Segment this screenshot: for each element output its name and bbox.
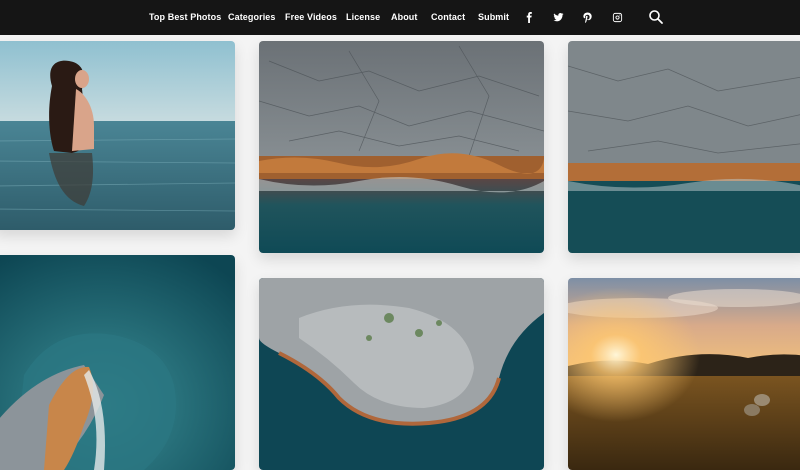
photo-aerial-rocky-coast-2 <box>568 41 800 253</box>
nav-free-videos[interactable]: Free Videos <box>285 12 337 22</box>
nav-license[interactable]: License <box>346 12 380 22</box>
photo-woman-in-sea <box>0 41 235 230</box>
photo-aerial-island <box>0 255 235 470</box>
nav-categories[interactable]: Categories <box>228 12 276 22</box>
twitter-icon[interactable] <box>551 10 565 24</box>
search-icon[interactable] <box>648 9 664 25</box>
photo-card-rock-peninsula[interactable] <box>259 278 544 470</box>
photo-card-aerial-rocky-coast-2[interactable] <box>568 41 800 253</box>
instagram-icon[interactable] <box>610 10 624 24</box>
facebook-icon[interactable] <box>522 10 536 24</box>
top-navigation-bar: Top Best Photos Categories Free Videos L… <box>0 0 800 35</box>
photo-rock-peninsula <box>259 278 544 470</box>
photo-card-aerial-rocky-coast[interactable] <box>259 41 544 253</box>
nav-submit[interactable]: Submit <box>478 12 509 22</box>
nav-about[interactable]: About <box>391 12 418 22</box>
photo-card-sunset-field[interactable] <box>568 278 800 470</box>
photo-card-woman-in-sea[interactable] <box>0 41 235 230</box>
pinterest-icon[interactable] <box>580 10 594 24</box>
photo-grid <box>0 35 800 470</box>
main-nav: Top Best Photos Categories Free Videos L… <box>0 0 800 35</box>
photo-sunset-field <box>568 278 800 470</box>
nav-top-best-photos[interactable]: Top Best Photos <box>149 12 221 22</box>
nav-contact[interactable]: Contact <box>431 12 465 22</box>
photo-aerial-rocky-coast <box>259 41 544 253</box>
photo-card-aerial-island[interactable] <box>0 255 235 470</box>
